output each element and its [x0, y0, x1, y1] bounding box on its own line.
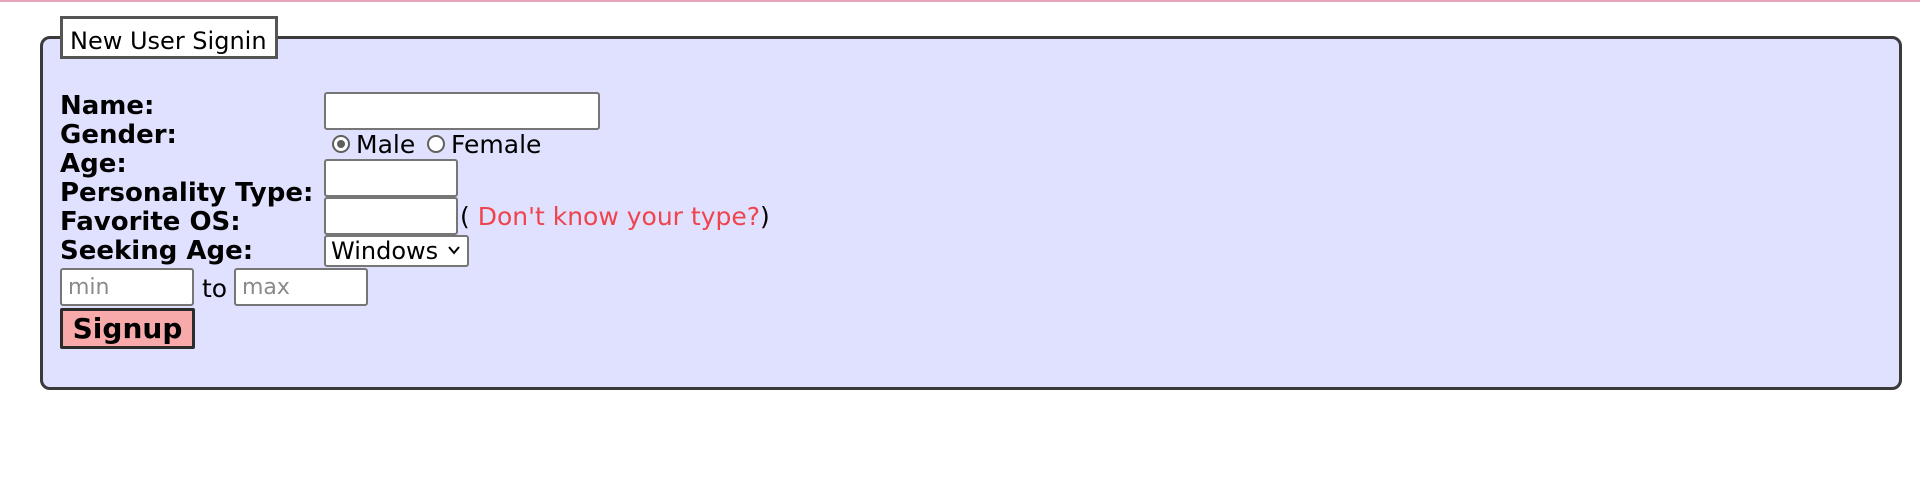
open-paren: (	[460, 202, 470, 231]
age-input[interactable]	[324, 159, 458, 197]
gender-female-radio[interactable]	[427, 135, 445, 153]
personality-type-input[interactable]	[324, 197, 458, 235]
personality-type-label: Personality Type:	[60, 178, 314, 208]
dont-know-type-link[interactable]: Don't know your type?	[478, 202, 760, 231]
age-label: Age:	[60, 149, 127, 179]
max-age-input[interactable]	[234, 268, 368, 306]
name-label: Name:	[60, 91, 155, 121]
signin-fieldset	[40, 36, 1902, 390]
close-paren: )	[760, 202, 770, 231]
min-age-input[interactable]	[60, 268, 194, 306]
gender-female-label: Female	[451, 130, 542, 159]
favorite-os-select[interactable]: Windows	[324, 235, 469, 267]
top-rule	[0, 0, 1920, 2]
form-legend: New User Signin	[60, 16, 278, 59]
gender-label: Gender:	[60, 120, 177, 150]
range-to-text: to	[202, 274, 228, 303]
seeking-age-label: Seeking Age:	[60, 236, 254, 266]
gender-male-label: Male	[356, 130, 416, 159]
signup-button[interactable]: Signup	[60, 308, 195, 349]
help-text: ( Don't know your type?)	[460, 203, 770, 231]
gender-male-radio[interactable]	[332, 135, 350, 153]
favorite-os-label: Favorite OS:	[60, 207, 241, 237]
favorite-os-selected-value: Windows	[331, 237, 439, 265]
chevron-down-icon	[448, 246, 460, 255]
radio-selected-dot	[337, 140, 345, 148]
name-input[interactable]	[324, 92, 600, 130]
